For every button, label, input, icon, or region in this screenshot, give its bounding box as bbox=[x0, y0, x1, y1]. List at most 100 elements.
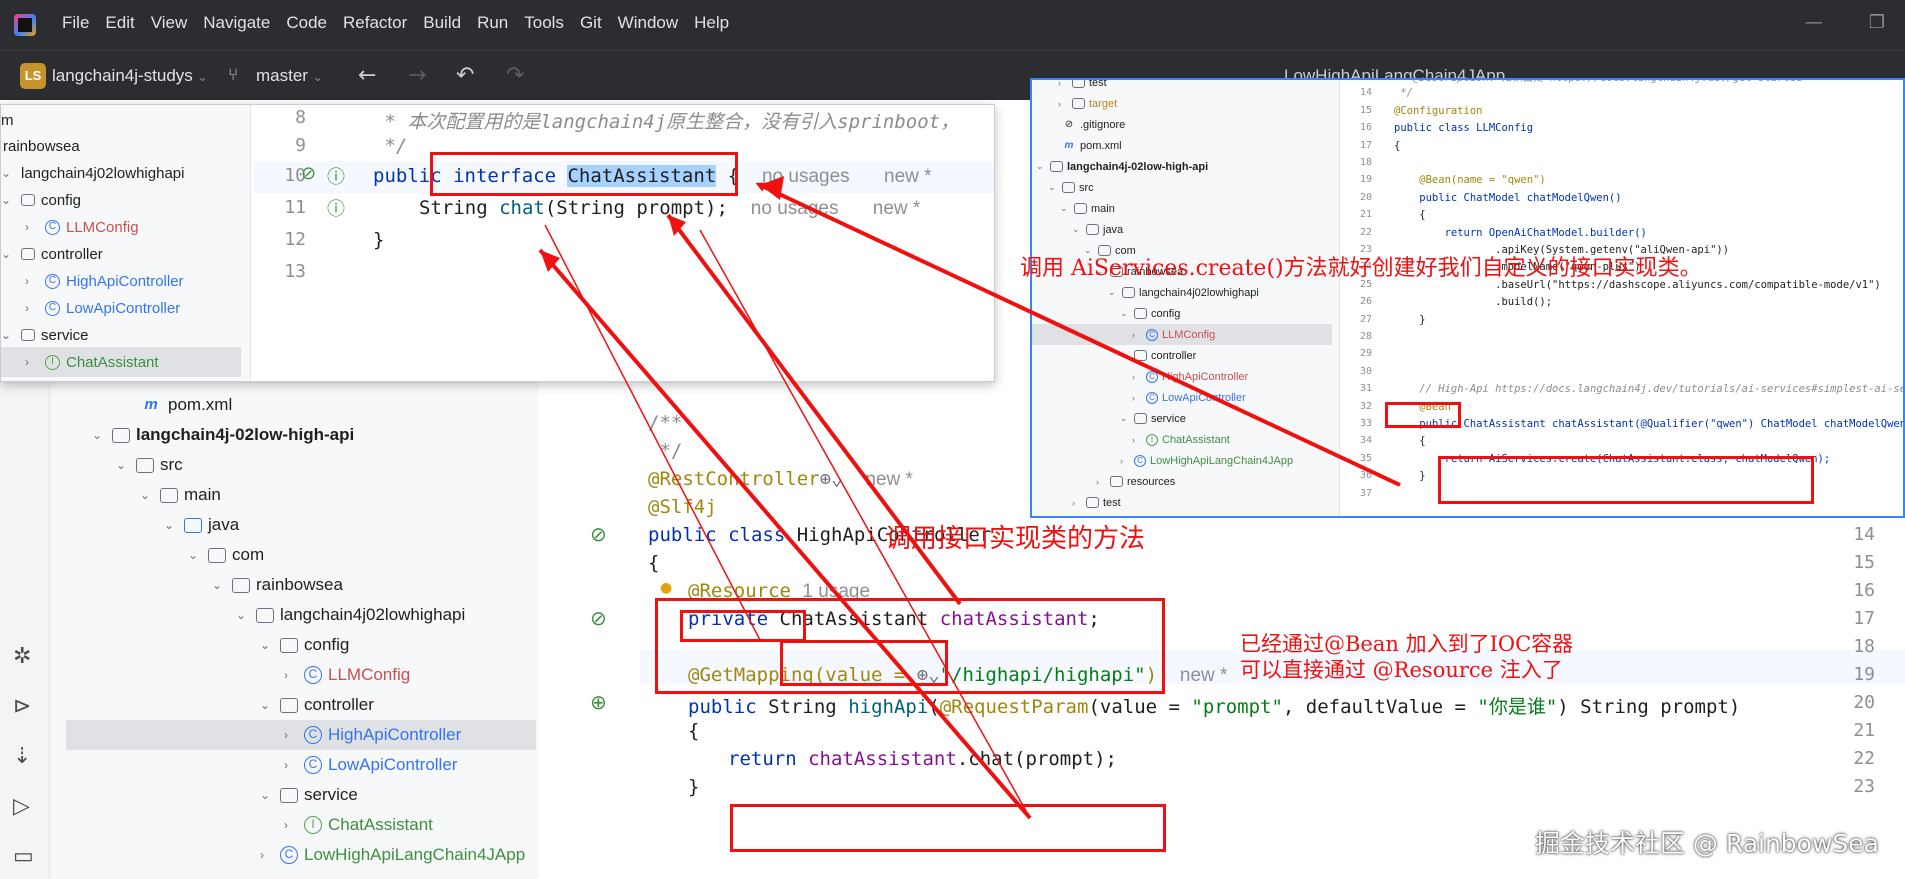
menu-view[interactable]: View bbox=[151, 13, 188, 33]
project-badge[interactable]: LS bbox=[20, 63, 46, 89]
tree-item-package[interactable]: ⌄ langchain4j02lowhighapi bbox=[236, 600, 465, 630]
menu-git[interactable]: Git bbox=[580, 13, 602, 33]
tree-item-highapicontroller[interactable]: › C HighApiController bbox=[66, 720, 536, 750]
implementation-gutter-icon[interactable]: ⓘ bbox=[327, 163, 345, 189]
tree-item-java[interactable]: ⌄ java bbox=[164, 510, 239, 540]
screenshot-tree-item[interactable]: ⌄ service bbox=[1120, 408, 1186, 429]
chevron-down-icon[interactable]: ⌄ bbox=[116, 458, 136, 472]
chevron-down-icon[interactable]: ⌄ bbox=[1072, 224, 1086, 235]
tree-item-package[interactable]: ⌄ langchain4j02lowhighapi bbox=[1, 158, 184, 188]
menu-build[interactable]: Build bbox=[423, 13, 461, 33]
tree-item-config[interactable]: ⌄ config bbox=[1, 185, 81, 215]
chevron-right-icon[interactable]: › bbox=[25, 355, 45, 369]
tree-item-module[interactable]: ⌄ langchain4j-02low-high-api bbox=[92, 420, 354, 450]
back-arrow-icon[interactable]: ← bbox=[358, 63, 376, 88]
chevron-right-icon[interactable]: › bbox=[1072, 498, 1086, 508]
chevron-down-icon[interactable]: ⌄ bbox=[1, 328, 21, 342]
chevron-down-icon[interactable]: ⌄ bbox=[140, 488, 160, 502]
tree-item-app[interactable]: › C LowHighApiLangChain4JApp bbox=[260, 840, 525, 870]
forward-arrow-icon[interactable]: → bbox=[408, 63, 426, 88]
screenshot-tree-item[interactable]: ⌄ controller bbox=[1120, 345, 1196, 366]
tree-item-controller[interactable]: ⌄ controller bbox=[1, 239, 103, 269]
screenshot-tree-item[interactable]: › C HighApiController bbox=[1132, 366, 1248, 387]
chevron-right-icon[interactable]: › bbox=[260, 848, 280, 862]
chevron-right-icon[interactable]: › bbox=[284, 818, 304, 832]
bean-gutter-icon[interactable]: ⊘ bbox=[590, 606, 607, 630]
tree-item-controller[interactable]: ⌄ controller bbox=[260, 690, 374, 720]
chevron-right-icon[interactable]: › bbox=[284, 758, 304, 772]
chevron-down-icon[interactable]: ⌄ bbox=[1120, 350, 1134, 361]
screenshot-tree-item[interactable]: ⌄ src bbox=[1048, 177, 1094, 198]
chevron-down-icon[interactable]: ⌄ bbox=[260, 638, 280, 652]
chevron-right-icon[interactable]: › bbox=[25, 301, 45, 315]
tree-item-rainbowsea[interactable]: rainbowsea bbox=[3, 131, 80, 161]
chevron-right-icon[interactable]: › bbox=[284, 728, 304, 742]
chevron-down-icon[interactable]: ⌄ bbox=[188, 548, 208, 562]
screenshot-tree-item[interactable]: › C LowHighApiLangChain4JApp bbox=[1120, 450, 1293, 471]
chevron-down-icon[interactable]: ⌄ bbox=[212, 578, 232, 592]
screenshot-tree-item[interactable]: › target bbox=[1058, 93, 1117, 114]
chevron-right-icon[interactable]: › bbox=[1120, 456, 1134, 466]
bean-gutter-icon[interactable]: ⊘ bbox=[301, 163, 316, 184]
menu-code[interactable]: Code bbox=[286, 13, 327, 33]
implementation-gutter-icon[interactable]: ⓘ bbox=[327, 195, 345, 221]
chevron-right-icon[interactable]: › bbox=[1058, 99, 1072, 109]
tree-item-chatassistant[interactable]: › I ChatAssistant bbox=[284, 810, 433, 840]
chevron-down-icon[interactable]: ⌄ bbox=[1048, 182, 1062, 193]
tree-item-pom[interactable]: m pom.xml bbox=[140, 390, 232, 420]
chevron-down-icon[interactable]: ⌄ bbox=[236, 608, 256, 622]
chevron-down-icon[interactable]: ⌄ bbox=[164, 518, 184, 532]
screenshot-tree-item[interactable]: ⌄ langchain4j02lowhighapi bbox=[1108, 282, 1259, 303]
minimize-icon[interactable]: — bbox=[1805, 12, 1823, 33]
chevron-right-icon[interactable]: › bbox=[25, 220, 45, 234]
menu-refactor[interactable]: Refactor bbox=[343, 13, 407, 33]
screenshot-tree-item[interactable]: ⌄ langchain4j-02low-high-api bbox=[1036, 156, 1208, 177]
tree-item-main[interactable]: ⌄ main bbox=[140, 480, 221, 510]
screenshot-tree-item[interactable]: › test bbox=[1058, 80, 1107, 93]
chevron-down-icon[interactable]: ⌄ bbox=[260, 788, 280, 802]
chevron-down-icon[interactable]: ⌄ bbox=[1, 166, 21, 180]
screenshot-tree-item[interactable]: ⌄ config bbox=[1120, 303, 1180, 324]
chevron-down-icon[interactable]: ⌄ bbox=[1, 193, 21, 207]
chevron-down-icon[interactable]: ⌄ bbox=[92, 428, 112, 442]
screenshot-tree-item[interactable]: ⊘ .gitignore bbox=[1048, 114, 1125, 135]
chevron-down-icon[interactable]: ⌄ bbox=[1, 247, 21, 261]
chevron-right-icon[interactable]: › bbox=[1132, 393, 1146, 403]
chevron-down-icon[interactable]: ⌄ bbox=[260, 698, 280, 712]
menu-navigate[interactable]: Navigate bbox=[203, 13, 270, 33]
services-icon[interactable]: ⊳ bbox=[13, 694, 31, 719]
chevron-down-icon[interactable]: ⌄ bbox=[1120, 413, 1134, 424]
tree-item-service[interactable]: ⌄ service bbox=[260, 780, 358, 810]
branch-switcher[interactable]: master ⌄ bbox=[256, 66, 323, 86]
endpoint-gutter-icon[interactable]: ⊕ bbox=[590, 690, 607, 714]
menu-window[interactable]: Window bbox=[618, 13, 678, 33]
chevron-right-icon[interactable]: › bbox=[1058, 80, 1072, 88]
tree-item-highapicontroller[interactable]: › C HighApiController bbox=[25, 266, 184, 296]
bean-gutter-icon[interactable]: ⊘ bbox=[590, 522, 607, 546]
lightbulb-icon[interactable]: ● bbox=[660, 580, 672, 596]
tree-item-src[interactable]: ⌄ src bbox=[116, 450, 183, 480]
redo-icon[interactable]: ↷ bbox=[506, 63, 524, 88]
project-switcher[interactable]: langchain4j-studys ⌄ bbox=[52, 66, 208, 86]
menu-file[interactable]: File bbox=[62, 13, 89, 33]
tree-item-rainbowsea[interactable]: ⌄ rainbowsea bbox=[212, 570, 343, 600]
chevron-down-icon[interactable]: ⌄ bbox=[1036, 161, 1050, 172]
tree-item-llmconfig[interactable]: › C LLMConfig bbox=[284, 660, 410, 690]
chevron-right-icon[interactable]: › bbox=[1132, 372, 1146, 382]
screenshot-tree-item[interactable]: › C LLMConfig bbox=[1032, 324, 1332, 345]
tree-item-lowapicontroller[interactable]: › C LowApiController bbox=[284, 750, 457, 780]
tree-item-llmconfig[interactable]: › C LLMConfig bbox=[25, 212, 139, 242]
debug-icon[interactable]: ✲ bbox=[13, 644, 31, 669]
chevron-right-icon[interactable]: › bbox=[25, 274, 45, 288]
screenshot-tree-item[interactable]: › C LowApiController bbox=[1132, 387, 1246, 408]
tree-item-service[interactable]: ⌄ service bbox=[1, 320, 89, 350]
menu-run[interactable]: Run bbox=[477, 13, 508, 33]
globe-icon[interactable]: ⊕⌄ bbox=[820, 468, 843, 490]
screenshot-tree-item[interactable]: › I ChatAssistant bbox=[1132, 429, 1230, 450]
chevron-down-icon[interactable]: ⌄ bbox=[1120, 308, 1134, 319]
chevron-right-icon[interactable]: › bbox=[1132, 435, 1146, 445]
screenshot-tree-item[interactable]: ⌄ main bbox=[1060, 198, 1115, 219]
menu-tools[interactable]: Tools bbox=[524, 13, 564, 33]
chevron-right-icon[interactable]: › bbox=[1132, 330, 1146, 340]
chevron-right-icon[interactable]: › bbox=[284, 668, 304, 682]
